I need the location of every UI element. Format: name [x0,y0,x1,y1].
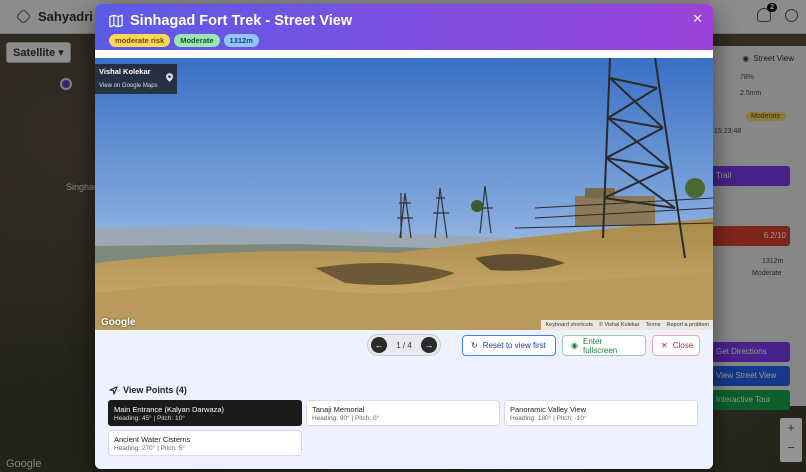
next-arrow-icon[interactable]: → [420,337,437,353]
fullscreen-label: Enter fullscreen [582,336,618,355]
close-button[interactable]: ✕ Close [652,335,700,356]
viewpoint-item[interactable]: Ancient Water Cisterns Heading: 270° | P… [108,430,302,456]
modal-header: Sinhagad Fort Trek - Street View ✕ moder… [95,4,713,50]
viewpoints-list: Main Entrance (Kalyan Darwaza) Heading: … [108,400,700,456]
viewpoint-name: Tanaji Memorial [312,405,365,414]
eye-icon: ◉ [571,341,578,350]
report-problem-link[interactable]: Report a problem [667,322,710,328]
street-view-modal: Sinhagad Fort Trek - Street View ✕ moder… [95,4,713,469]
viewpoint-pager: ← 1 / 4 → [367,334,441,356]
viewpoint-meta: Heading: 180° | Pitch: -10° [510,415,587,422]
elevation-badge: 1312m [223,34,259,47]
modal-controls: ← 1 / 4 → ↻ Reset to view first ◉ Enter fu… [95,330,713,469]
viewpoint-name: Ancient Water Cisterns [114,435,191,444]
location-pin-icon[interactable] [166,73,173,82]
viewpoint-item[interactable]: Tanaji Memorial Heading: 90° | Pitch: 0° [306,400,500,426]
copyright-text: © Vishal Kolekar [598,322,640,328]
viewpoint-meta: Heading: 270° | Pitch: 5° [114,445,185,452]
view-on-google-maps-link[interactable]: View on Google Maps [99,83,173,89]
reset-view-button[interactable]: ↻ Reset to view first [462,335,556,356]
viewpoint-meta: Heading: 45° | Pitch: 10° [114,415,185,422]
risk-badge: moderate risk [109,34,171,47]
navigation-icon [109,385,118,395]
street-view-footer: Keyboard shortcuts © Vishal Kolekar Term… [541,320,713,330]
street-view-panorama[interactable]: Vishal Kolekar View on Google Maps Googl… [95,58,713,330]
fullscreen-button[interactable]: ◉ Enter fullscreen [562,335,646,356]
reset-view-label: Reset to view first [482,341,546,350]
viewpoints-title: View Points (4) [123,385,187,395]
reset-icon: ↻ [471,341,478,350]
viewpoint-item[interactable]: Panoramic Valley View Heading: 180° | Pi… [504,400,698,426]
street-view-info-card[interactable]: Vishal Kolekar View on Google Maps [95,64,177,94]
close-icon: ✕ [661,341,668,350]
viewpoint-item[interactable]: Main Entrance (Kalyan Darwaza) Heading: … [108,400,302,426]
viewpoints-header: View Points (4) [109,385,187,395]
previous-arrow-icon[interactable]: ← [371,337,387,353]
terms-link[interactable]: Terms [646,322,661,328]
map-icon [109,14,123,28]
panorama-image [95,58,713,330]
viewpoint-name: Panoramic Valley View [510,405,587,414]
viewpoint-meta: Heading: 90° | Pitch: 0° [312,415,380,422]
photo-author: Vishal Kolekar [99,67,151,76]
difficulty-badge: Moderate [174,34,220,47]
close-label: Close [672,341,694,350]
modal-title: Sinhagad Fort Trek - Street View [130,13,353,29]
street-view-google-logo: Google [101,317,136,328]
close-icon[interactable]: ✕ [692,11,703,27]
keyboard-shortcuts-link[interactable]: Keyboard shortcuts [545,322,592,328]
viewpoint-name: Main Entrance (Kalyan Darwaza) [114,405,225,414]
pager-text: 1 / 4 [396,340,412,350]
